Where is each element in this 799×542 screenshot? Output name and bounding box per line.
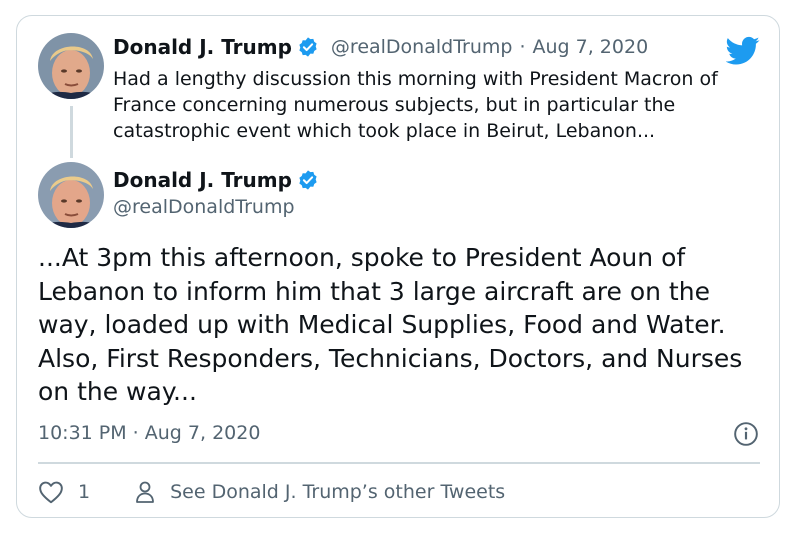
main-handle-row: @realDonaldTrump (113, 196, 295, 218)
quoted-author-name[interactable]: Donald J. Trump (113, 35, 292, 59)
main-tweet-text: ...At 3pm this afternoon, spoke to Presi… (38, 243, 743, 406)
quoted-tweet-date[interactable]: Aug 7, 2020 (533, 36, 649, 58)
quoted-tweet-text: Had a lengthy discussion this morning wi… (113, 68, 718, 142)
like-count[interactable]: 1 (78, 481, 90, 503)
main-author-name[interactable]: Donald J. Trump (113, 168, 292, 192)
verified-badge-icon (299, 170, 317, 190)
main-author-handle[interactable]: @realDonaldTrump (113, 196, 295, 218)
info-icon[interactable] (733, 421, 759, 447)
quoted-author-handle[interactable]: @realDonaldTrump (331, 36, 513, 58)
person-icon[interactable] (134, 480, 156, 504)
tweet-actions-bar: 1 See Donald J. Trump’s other Tweets (38, 478, 505, 506)
header-separator: · (519, 36, 526, 58)
twitter-bird-icon[interactable] (726, 36, 760, 66)
main-tweet-header: Donald J. Trump (113, 168, 319, 192)
main-author-avatar[interactable] (38, 162, 104, 228)
quoted-tweet-header: Donald J. Trump @realDonaldTrump · Aug 7… (113, 35, 648, 59)
thread-connector-line (70, 106, 73, 158)
main-tweet-timestamp[interactable]: 10:31 PM · Aug 7, 2020 (38, 422, 260, 444)
verified-badge-icon (299, 37, 317, 57)
heart-icon[interactable] (38, 480, 64, 504)
action-divider (38, 462, 760, 464)
quoted-author-avatar[interactable] (38, 33, 104, 99)
see-other-tweets-link[interactable]: See Donald J. Trump’s other Tweets (170, 481, 505, 503)
